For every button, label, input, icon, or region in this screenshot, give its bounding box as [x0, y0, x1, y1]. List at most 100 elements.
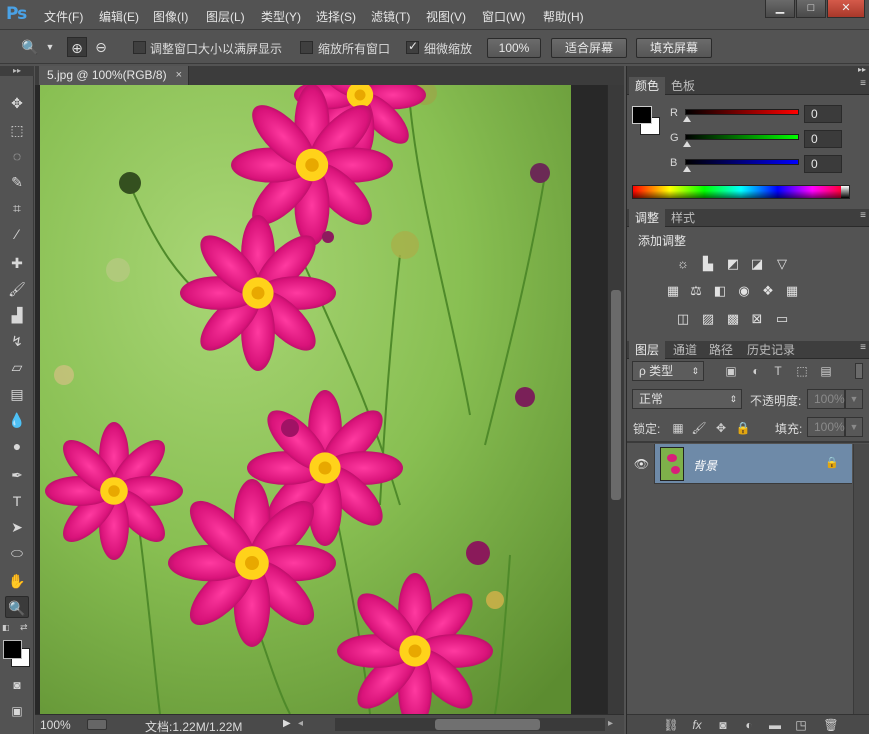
gradient-map-icon[interactable]: ▭: [773, 311, 791, 327]
blue-slider[interactable]: [685, 159, 799, 165]
green-value-field[interactable]: 0: [804, 130, 842, 148]
eye-icon[interactable]: 👁: [629, 444, 655, 484]
scrubby-zoom-checkbox[interactable]: [406, 39, 419, 54]
menu-edit[interactable]: 编辑(E): [99, 8, 139, 25]
layer-style-icon[interactable]: fx: [689, 717, 705, 733]
pen-tool-icon[interactable]: ✒: [5, 464, 29, 486]
photo-filter-icon[interactable]: ◉: [735, 283, 753, 299]
layers-scrollbar[interactable]: [853, 444, 869, 716]
history-brush-tool-icon[interactable]: ↯: [5, 330, 29, 352]
brightness-contrast-icon[interactable]: ☼: [674, 256, 692, 272]
blue-value-field[interactable]: 0: [804, 155, 842, 173]
crop-tool-icon[interactable]: ⌗: [5, 197, 29, 219]
hand-tool-icon[interactable]: ✋: [5, 570, 29, 592]
zoom-icon[interactable]: 🔍: [20, 37, 40, 57]
filter-pixel-icon[interactable]: ▣: [723, 363, 739, 379]
tab-swatches[interactable]: 色板: [665, 77, 701, 95]
tab-channels[interactable]: 通道: [667, 341, 703, 359]
fill-screen-button[interactable]: 填充屏幕: [636, 38, 712, 58]
zoom-all-windows-checkbox[interactable]: [300, 41, 313, 54]
fill-arrow-icon[interactable]: ▼: [845, 417, 863, 437]
brush-tool-icon[interactable]: 🖌: [5, 278, 29, 300]
lasso-tool-icon[interactable]: ◌: [5, 145, 29, 167]
dock-collapse-icon[interactable]: ▸▸: [858, 65, 866, 74]
menu-select[interactable]: 选择(S): [316, 8, 356, 25]
tab-styles[interactable]: 样式: [665, 209, 701, 227]
toolbar-collapse-icon[interactable]: ▸▸: [0, 66, 34, 76]
menu-filter[interactable]: 滤镜(T): [371, 8, 410, 25]
scroll-left-icon[interactable]: ◂: [298, 718, 303, 729]
close-document-icon[interactable]: ×: [176, 66, 182, 85]
layer-name[interactable]: 背景: [693, 457, 717, 474]
blur-tool-icon[interactable]: 💧: [5, 409, 29, 431]
filter-toggle-switch[interactable]: [855, 363, 863, 379]
add-mask-icon[interactable]: ◙: [715, 717, 731, 733]
lock-image-icon[interactable]: 🖌: [691, 420, 707, 436]
delete-layer-icon[interactable]: 🗑: [823, 717, 839, 733]
red-slider-knob[interactable]: [683, 116, 691, 122]
scroll-right-icon[interactable]: ▸: [608, 718, 613, 729]
zoom-tool-icon[interactable]: 🔍: [5, 596, 29, 618]
quick-mask-icon[interactable]: ◙: [5, 674, 29, 696]
zoom-100-button[interactable]: 100%: [487, 38, 541, 58]
tab-history[interactable]: 历史记录: [741, 341, 801, 359]
path-selection-tool-icon[interactable]: ➤: [5, 516, 29, 538]
color-foreground-swatch[interactable]: [632, 106, 652, 124]
zoom-out-icon[interactable]: ⊖: [91, 37, 111, 57]
horizontal-scrollbar[interactable]: [335, 718, 605, 731]
hue-saturation-icon[interactable]: ▦: [664, 283, 682, 299]
gradient-tool-icon[interactable]: ▤: [5, 383, 29, 405]
link-layers-icon[interactable]: ⛓: [663, 717, 679, 733]
color-panel-menu-icon[interactable]: ≡: [860, 78, 866, 89]
color-spectrum-ramp[interactable]: [632, 185, 850, 199]
dodge-tool-icon[interactable]: ●: [5, 435, 29, 457]
menu-help[interactable]: 帮助(H): [543, 8, 584, 25]
new-layer-icon[interactable]: ◳: [793, 717, 809, 733]
color-balance-icon[interactable]: ⚖: [687, 283, 705, 299]
filter-adjustment-icon[interactable]: ◐: [748, 363, 764, 379]
blue-slider-knob[interactable]: [683, 166, 691, 172]
eyedropper-tool-icon[interactable]: ⁄: [5, 223, 29, 245]
threshold-icon[interactable]: ▩: [724, 311, 742, 327]
opacity-field[interactable]: 100%: [807, 389, 845, 409]
selective-color-icon[interactable]: ⊠: [748, 311, 766, 327]
tab-layers[interactable]: 图层: [629, 341, 666, 359]
vibrance-icon[interactable]: ▽: [773, 256, 791, 272]
swap-colors-icon[interactable]: ⇄: [20, 622, 30, 632]
menu-view[interactable]: 视图(V): [426, 8, 466, 25]
clone-stamp-tool-icon[interactable]: ▟: [5, 304, 29, 326]
horizontal-scroll-thumb[interactable]: [435, 719, 540, 730]
status-menu-arrow-icon[interactable]: ▶: [283, 718, 291, 729]
lock-position-icon[interactable]: ✥: [713, 420, 729, 436]
filter-shape-icon[interactable]: ⬚: [794, 363, 810, 379]
document-tab[interactable]: 5.jpg @ 100%(RGB/8) ×: [39, 66, 189, 85]
exposure-icon[interactable]: ◪: [748, 256, 766, 272]
minimize-button[interactable]: ▁: [765, 0, 795, 18]
close-button[interactable]: ✕: [827, 0, 865, 18]
channel-mixer-icon[interactable]: ❖: [759, 283, 777, 299]
resize-windows-checkbox[interactable]: [133, 41, 146, 54]
layer-row[interactable]: 👁 背景 🔒: [629, 444, 852, 484]
timeline-icon[interactable]: [87, 719, 107, 730]
fill-field[interactable]: 100%: [807, 417, 845, 437]
menu-window[interactable]: 窗口(W): [482, 8, 525, 25]
foreground-color-swatch[interactable]: [3, 640, 22, 659]
vertical-scroll-thumb[interactable]: [611, 290, 621, 500]
menu-image[interactable]: 图像(I): [153, 8, 188, 25]
black-white-icon[interactable]: ◧: [711, 283, 729, 299]
layers-panel-menu-icon[interactable]: ≡: [860, 342, 866, 353]
fit-screen-button[interactable]: 适合屏幕: [551, 38, 627, 58]
healing-brush-tool-icon[interactable]: ✚: [5, 252, 29, 274]
document-image[interactable]: [40, 85, 571, 714]
levels-icon[interactable]: ▙: [699, 256, 717, 272]
new-adjustment-layer-icon[interactable]: ◐: [741, 717, 757, 733]
menu-type[interactable]: 类型(Y): [261, 8, 301, 25]
green-slider-knob[interactable]: [683, 141, 691, 147]
zoom-level[interactable]: 100%: [40, 718, 71, 732]
marquee-tool-icon[interactable]: ⬚: [5, 119, 29, 141]
opacity-arrow-icon[interactable]: ▼: [845, 389, 863, 409]
filter-smart-object-icon[interactable]: ▤: [818, 363, 834, 379]
tab-color[interactable]: 颜色: [629, 77, 666, 95]
tab-adjustments[interactable]: 调整: [629, 209, 666, 227]
curves-icon[interactable]: ◩: [724, 256, 742, 272]
